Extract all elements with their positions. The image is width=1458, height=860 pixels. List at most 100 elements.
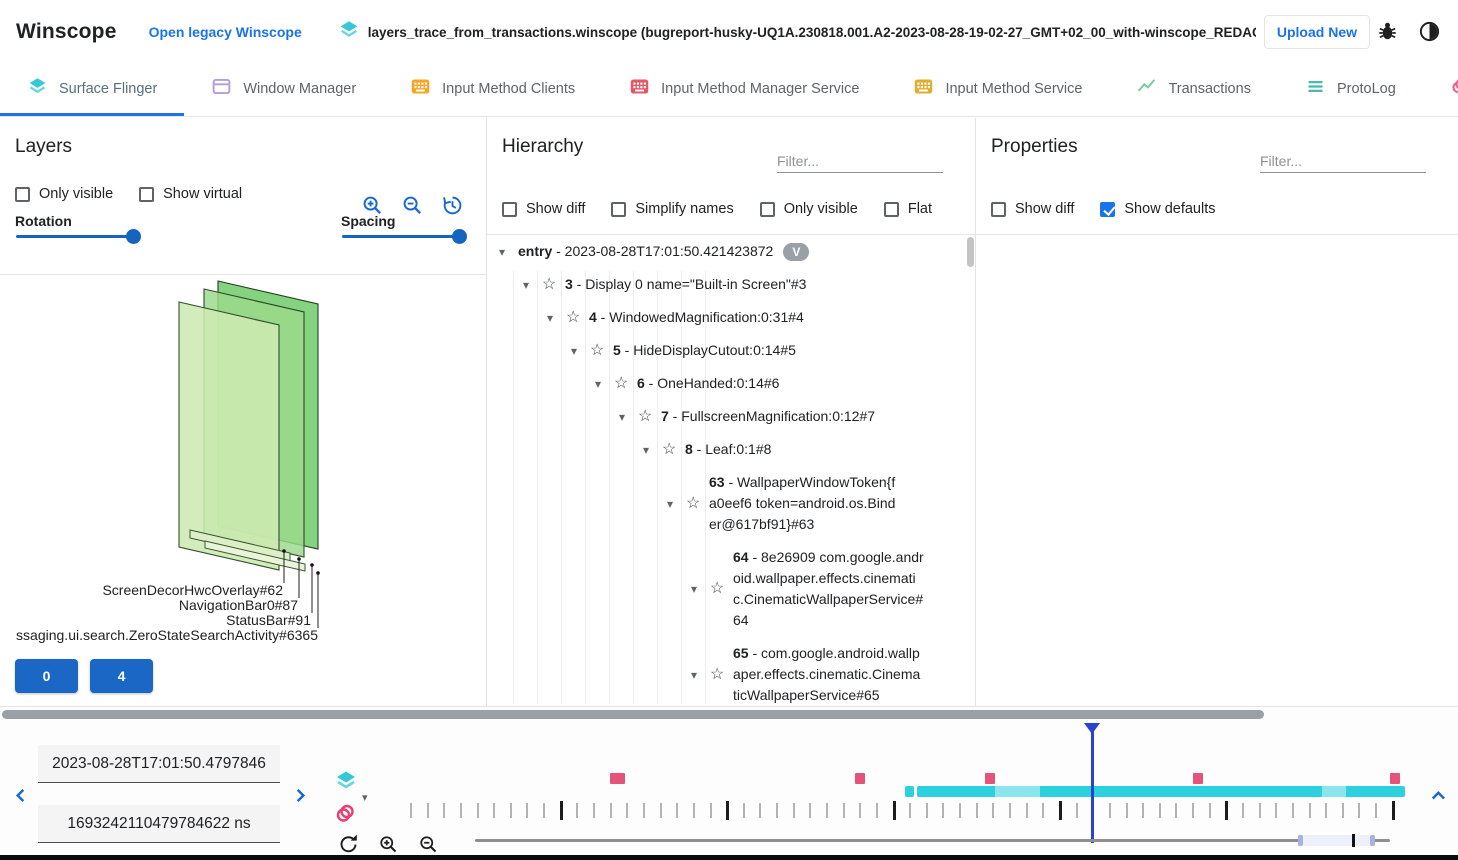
checkbox-box[interactable] xyxy=(991,202,1006,217)
checkbox-box[interactable] xyxy=(760,202,775,217)
tab-input-method-clients[interactable]: Input Method Clients xyxy=(383,64,602,116)
horizontal-scrollbar[interactable] xyxy=(2,710,1264,719)
layers-trace-icon[interactable] xyxy=(334,769,358,798)
tree-node-63[interactable]: ▾☆63 - WallpaperWindowToken{fa0eef6 toke… xyxy=(667,466,965,541)
tab-protolog[interactable]: ProtoLog xyxy=(1278,64,1423,116)
layer-rect-front[interactable] xyxy=(179,302,279,570)
tab-transactions[interactable]: Transactions xyxy=(1109,64,1277,116)
layers-options: Only visible Show virtual xyxy=(15,186,242,202)
tab-tra[interactable]: Tra xyxy=(1423,64,1458,116)
transition-event-marker[interactable] xyxy=(855,773,865,784)
properties-panel-title: Properties xyxy=(991,136,1078,158)
properties-show-defaults-checkbox[interactable]: Show defaults xyxy=(1100,201,1215,217)
hierarchy-show-diff-checkbox[interactable]: Show diff xyxy=(502,201,585,217)
spacing-slider-thumb[interactable] xyxy=(452,229,467,244)
tree-node-64[interactable]: ▾☆64 - 8e26909 com.google.android.wallpa… xyxy=(691,541,965,637)
checkbox-box[interactable] xyxy=(15,187,30,202)
trace-tab-bar: Surface Flinger Window Manager Input Metho… xyxy=(0,64,1458,117)
zoom-out-icon[interactable] xyxy=(401,194,424,222)
checkbox-box[interactable] xyxy=(139,187,154,202)
pin-star-icon[interactable]: ☆ xyxy=(614,377,637,391)
expand-caret-icon[interactable]: ▾ xyxy=(595,377,614,391)
pin-star-icon[interactable]: ☆ xyxy=(590,344,613,358)
hierarchy-only-visible-checkbox[interactable]: Only visible xyxy=(760,201,858,217)
expand-caret-icon[interactable]: ▾ xyxy=(667,497,686,511)
hierarchy-simplify-names-checkbox[interactable]: Simplify names xyxy=(611,201,733,217)
timeline-tick xyxy=(543,803,545,818)
tree-node-3[interactable]: ▾☆3 - Display 0 name="Built-in Screen"#3 xyxy=(523,268,965,301)
hierarchy-flat-checkbox[interactable]: Flat xyxy=(884,201,932,217)
tab-input-method-manager-service[interactable]: Input Method Manager Service xyxy=(602,64,886,116)
tree-node-entry[interactable]: ▾entry - 2023-08-28T17:01:50.421423872V xyxy=(499,235,965,268)
expand-caret-icon[interactable]: ▾ xyxy=(619,410,638,424)
display-button-4[interactable]: 4 xyxy=(90,659,153,693)
tree-node-65[interactable]: ▾☆65 - com.google.android.wallpaper.effe… xyxy=(691,637,965,704)
range-handle-right[interactable] xyxy=(1370,835,1375,846)
pin-star-icon[interactable]: ☆ xyxy=(686,497,709,511)
expand-caret-icon[interactable]: ▾ xyxy=(691,668,710,682)
hierarchy-options: Show diff Simplify names Only visible Flat xyxy=(502,201,932,217)
tab-window-manager[interactable]: Window Manager xyxy=(184,64,383,116)
transition-event-marker[interactable] xyxy=(610,773,625,784)
pin-star-icon[interactable]: ☆ xyxy=(566,311,589,325)
tree-node-5[interactable]: ▾☆5 - HideDisplayCutout:0:14#5 xyxy=(571,334,965,367)
layers-3d-view[interactable]: ScreenDecorHwcOverlay#62NavigationBar0#8… xyxy=(0,275,486,660)
checkbox-box[interactable] xyxy=(884,202,899,217)
human-timestamp-field[interactable]: 2023-08-28T17:01:50.4797846 xyxy=(38,745,280,783)
expand-caret-icon[interactable]: ▾ xyxy=(523,278,542,292)
expand-timeline-chevron-icon[interactable] xyxy=(1428,789,1445,811)
expand-caret-icon[interactable]: ▾ xyxy=(643,443,662,457)
expand-caret-icon[interactable]: ▾ xyxy=(547,311,566,325)
properties-filter-input[interactable] xyxy=(1260,150,1426,173)
tree-node-8[interactable]: ▾☆8 - Leaf:0:1#8 xyxy=(643,433,965,466)
expand-caret-icon[interactable]: ▾ xyxy=(499,245,518,259)
properties-show-diff-checkbox[interactable]: Show diff xyxy=(991,201,1074,217)
sf-trace-band-fragment[interactable] xyxy=(905,786,914,797)
pin-star-icon[interactable]: ☆ xyxy=(542,278,565,292)
transition-trace-icon[interactable] xyxy=(334,802,358,831)
pin-star-icon[interactable]: ☆ xyxy=(638,410,661,424)
pin-star-icon[interactable]: ☆ xyxy=(662,443,685,457)
display-button-0[interactable]: 0 xyxy=(15,659,78,693)
expand-caret-icon[interactable]: ▾ xyxy=(691,582,710,596)
open-legacy-winscope-link[interactable]: Open legacy Winscope xyxy=(149,24,302,40)
upload-new-button[interactable]: Upload New xyxy=(1264,15,1370,49)
transition-event-marker[interactable] xyxy=(985,773,995,784)
previous-entry-chevron-icon[interactable] xyxy=(12,787,29,809)
zoom-range-selection[interactable] xyxy=(1298,835,1375,846)
dark-mode-icon[interactable] xyxy=(1418,20,1442,44)
pin-star-icon[interactable]: ☆ xyxy=(710,668,733,682)
bug-report-icon[interactable] xyxy=(1376,20,1400,44)
hierarchy-tree: ▾entry - 2023-08-28T17:01:50.421423872V▾… xyxy=(499,235,965,704)
expand-caret-icon[interactable]: ▾ xyxy=(571,344,590,358)
trace-dropdown-caret-icon[interactable]: ▾ xyxy=(362,791,368,804)
layers-show-virtual-checkbox[interactable]: Show virtual xyxy=(139,186,242,202)
transition-event-marker[interactable] xyxy=(1193,773,1203,784)
tree-node-6[interactable]: ▾☆6 - OneHanded:0:14#6 xyxy=(595,367,965,400)
tree-node-4[interactable]: ▾☆4 - WindowedMagnification:0:31#4 xyxy=(547,301,965,334)
timeline-tick xyxy=(1358,803,1360,818)
layers-only-visible-checkbox[interactable]: Only visible xyxy=(15,186,113,202)
tab-label: Window Manager xyxy=(243,81,356,97)
timeline-tick xyxy=(876,803,878,818)
next-entry-chevron-icon[interactable] xyxy=(292,787,309,809)
hierarchy-filter-input[interactable] xyxy=(777,150,943,173)
checkbox-box[interactable] xyxy=(502,202,517,217)
rotation-slider[interactable] xyxy=(16,235,134,238)
timeline-tick xyxy=(710,803,712,818)
pin-star-icon[interactable]: ☆ xyxy=(710,582,733,596)
tab-input-method-service[interactable]: Input Method Service xyxy=(886,64,1109,116)
checkbox-box[interactable] xyxy=(611,202,626,217)
tree-node-7[interactable]: ▾☆7 - FullscreenMagnification:0:12#7 xyxy=(619,400,965,433)
playhead-line[interactable] xyxy=(1091,724,1094,843)
hierarchy-scrollbar[interactable] xyxy=(967,237,974,267)
ns-timestamp-field[interactable]: 1693242110479784622 ns xyxy=(38,805,280,843)
rotation-slider-thumb[interactable] xyxy=(126,229,141,244)
restore-icon[interactable] xyxy=(441,194,464,222)
transition-event-marker[interactable] xyxy=(1390,773,1400,784)
timeline-tick xyxy=(1126,803,1128,818)
checkbox-box[interactable] xyxy=(1100,202,1115,217)
window-icon xyxy=(211,76,232,101)
tab-surface-flinger[interactable]: Surface Flinger xyxy=(0,64,184,116)
spacing-slider[interactable] xyxy=(342,235,460,238)
